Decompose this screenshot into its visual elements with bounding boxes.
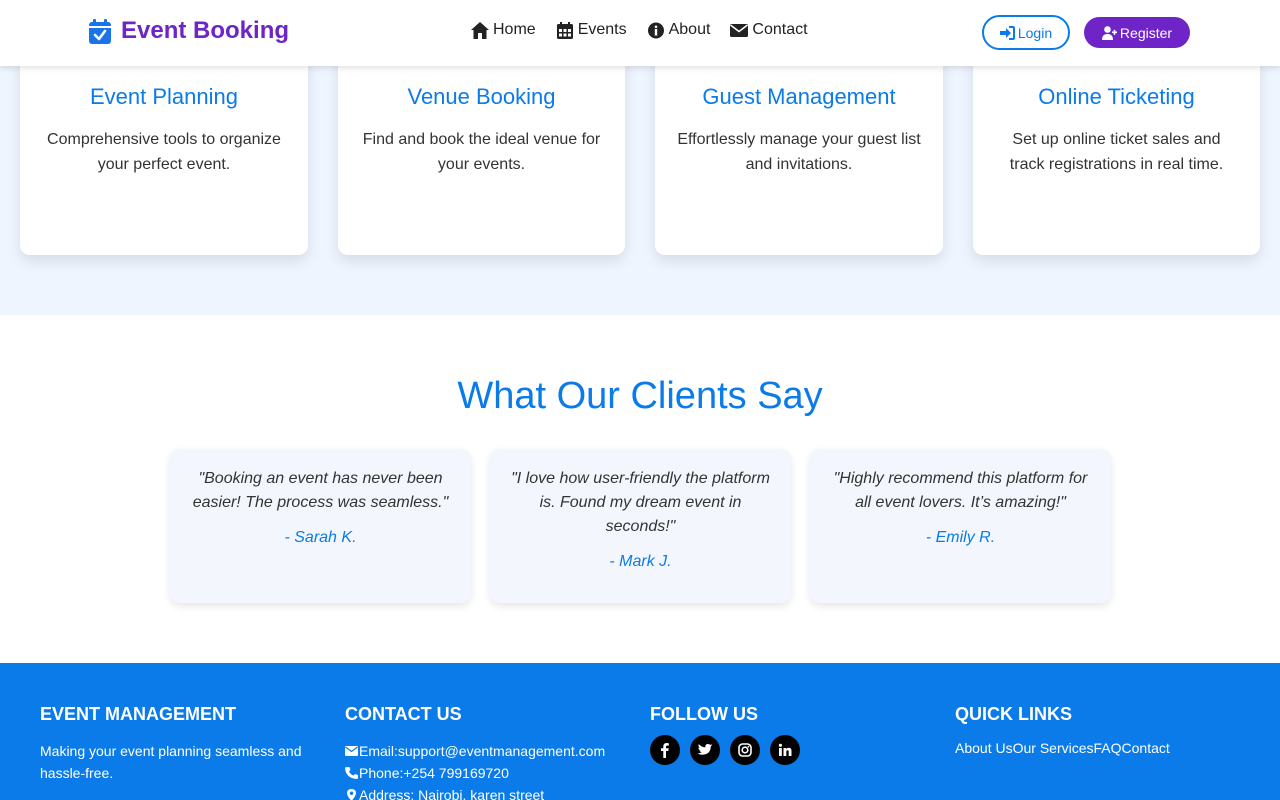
linkedin-button[interactable] bbox=[770, 735, 800, 765]
nav-contact[interactable]: Contact bbox=[730, 21, 808, 39]
footer: Event Management Making your event plann… bbox=[0, 663, 1280, 800]
quick-link-contact[interactable]: Contact bbox=[1122, 740, 1170, 756]
service-title: Event Planning bbox=[90, 84, 238, 109]
info-icon bbox=[647, 22, 664, 38]
user-plus-icon bbox=[1101, 25, 1117, 40]
twitter-icon bbox=[697, 744, 713, 755]
login-button[interactable]: Login bbox=[982, 15, 1070, 50]
envelope-icon bbox=[730, 23, 749, 37]
testimonial-author: - Emily R. bbox=[925, 529, 996, 546]
footer-contact: Contact Us Email:support@eventmanagement… bbox=[345, 704, 635, 800]
facebook-icon bbox=[661, 743, 669, 758]
nav-events[interactable]: Events bbox=[556, 21, 627, 39]
testimonial-author: - Sarah K. bbox=[284, 529, 357, 546]
service-card-guest-management: Guest Management Effortlessly manage you… bbox=[655, 40, 943, 255]
contact-email: Email:support@eventmanagement.com bbox=[345, 740, 635, 762]
service-title: Online Ticketing bbox=[1038, 84, 1195, 109]
calendar-icon bbox=[556, 21, 573, 39]
service-card-event-planning: Event Planning Comprehensive tools to or… bbox=[20, 40, 308, 255]
service-card-venue-booking: Venue Booking Find and book the ideal ve… bbox=[338, 40, 625, 255]
brand-name: Event Booking bbox=[121, 17, 290, 44]
footer-contact-heading: Contact Us bbox=[345, 704, 462, 724]
footer-follow: Follow Us bbox=[650, 704, 900, 765]
navbar: Event Booking Home Events About Contact … bbox=[0, 0, 1280, 66]
phone-icon bbox=[345, 767, 358, 779]
service-card-online-ticketing: Online Ticketing Set up online ticket sa… bbox=[973, 40, 1260, 255]
service-description: Effortlessly manage your guest list and … bbox=[677, 131, 921, 173]
social-links bbox=[650, 735, 900, 765]
footer-about-text: Making your event planning seamless and … bbox=[40, 743, 302, 781]
envelope-icon bbox=[345, 746, 358, 756]
testimonials-title: What Our Clients Say bbox=[457, 375, 823, 417]
register-button[interactable]: Register bbox=[1084, 17, 1190, 48]
footer-follow-heading: Follow Us bbox=[650, 704, 758, 724]
testimonial-card: "I love how user-friendly the platform i… bbox=[490, 449, 791, 603]
service-title: Venue Booking bbox=[407, 84, 556, 109]
nav-home-label: Home bbox=[493, 21, 536, 38]
linkedin-icon bbox=[778, 743, 792, 756]
quick-links-list: About Us Our Services FAQ Contact bbox=[955, 740, 1245, 756]
instagram-icon bbox=[738, 743, 752, 757]
testimonial-card: "Highly recommend this platform for all … bbox=[810, 449, 1111, 603]
quick-link-our-services[interactable]: Our Services bbox=[1013, 740, 1094, 756]
contact-address: Address: Nairobi, karen street bbox=[345, 784, 635, 800]
service-description: Set up online ticket sales and track reg… bbox=[1009, 131, 1224, 173]
nav-home[interactable]: Home bbox=[471, 21, 536, 39]
map-marker-icon bbox=[347, 789, 356, 800]
twitter-button[interactable] bbox=[690, 735, 720, 765]
contact-phone-text: Phone:+254 799169720 bbox=[359, 765, 509, 781]
calendar-check-icon bbox=[89, 18, 111, 44]
nav-contact-label: Contact bbox=[752, 21, 808, 38]
contact-phone: Phone:+254 799169720 bbox=[345, 762, 635, 784]
instagram-button[interactable] bbox=[730, 735, 760, 765]
nav-links: Home Events About Contact bbox=[471, 21, 808, 39]
testimonial-card: "Booking an event has never been easier!… bbox=[170, 449, 471, 603]
nav-events-label: Events bbox=[577, 21, 627, 38]
sign-in-icon bbox=[999, 25, 1015, 40]
quick-link-about-us[interactable]: About Us bbox=[955, 740, 1013, 756]
nav-about-label: About bbox=[668, 21, 711, 38]
facebook-button[interactable] bbox=[650, 735, 680, 765]
footer-about-heading: Event Management bbox=[40, 704, 237, 724]
quick-link-faq[interactable]: FAQ bbox=[1094, 740, 1122, 756]
home-icon bbox=[471, 21, 489, 39]
register-label: Register bbox=[1119, 24, 1173, 41]
footer-quick-links: Quick Links About Us Our Services FAQ Co… bbox=[955, 704, 1245, 756]
nav-about[interactable]: About bbox=[647, 21, 711, 39]
contact-email-text: Email:support@eventmanagement.com bbox=[359, 743, 606, 759]
contact-address-text: Address: Nairobi, karen street bbox=[359, 787, 545, 800]
testimonial-author: - Mark J. bbox=[609, 553, 672, 570]
login-label: Login bbox=[1017, 24, 1053, 41]
service-description: Comprehensive tools to organize your per… bbox=[47, 131, 281, 173]
testimonial-quote: "Booking an event has never been easier!… bbox=[192, 470, 449, 511]
service-title: Guest Management bbox=[702, 84, 896, 109]
brand-logo[interactable]: Event Booking bbox=[89, 17, 289, 45]
service-description: Find and book the ideal venue for your e… bbox=[362, 131, 601, 173]
footer-about: Event Management Making your event plann… bbox=[40, 704, 320, 784]
testimonial-quote: "I love how user-friendly the platform i… bbox=[511, 470, 770, 535]
testimonial-quote: "Highly recommend this platform for all … bbox=[833, 470, 1088, 511]
footer-quick-links-heading: Quick Links bbox=[955, 704, 1072, 724]
